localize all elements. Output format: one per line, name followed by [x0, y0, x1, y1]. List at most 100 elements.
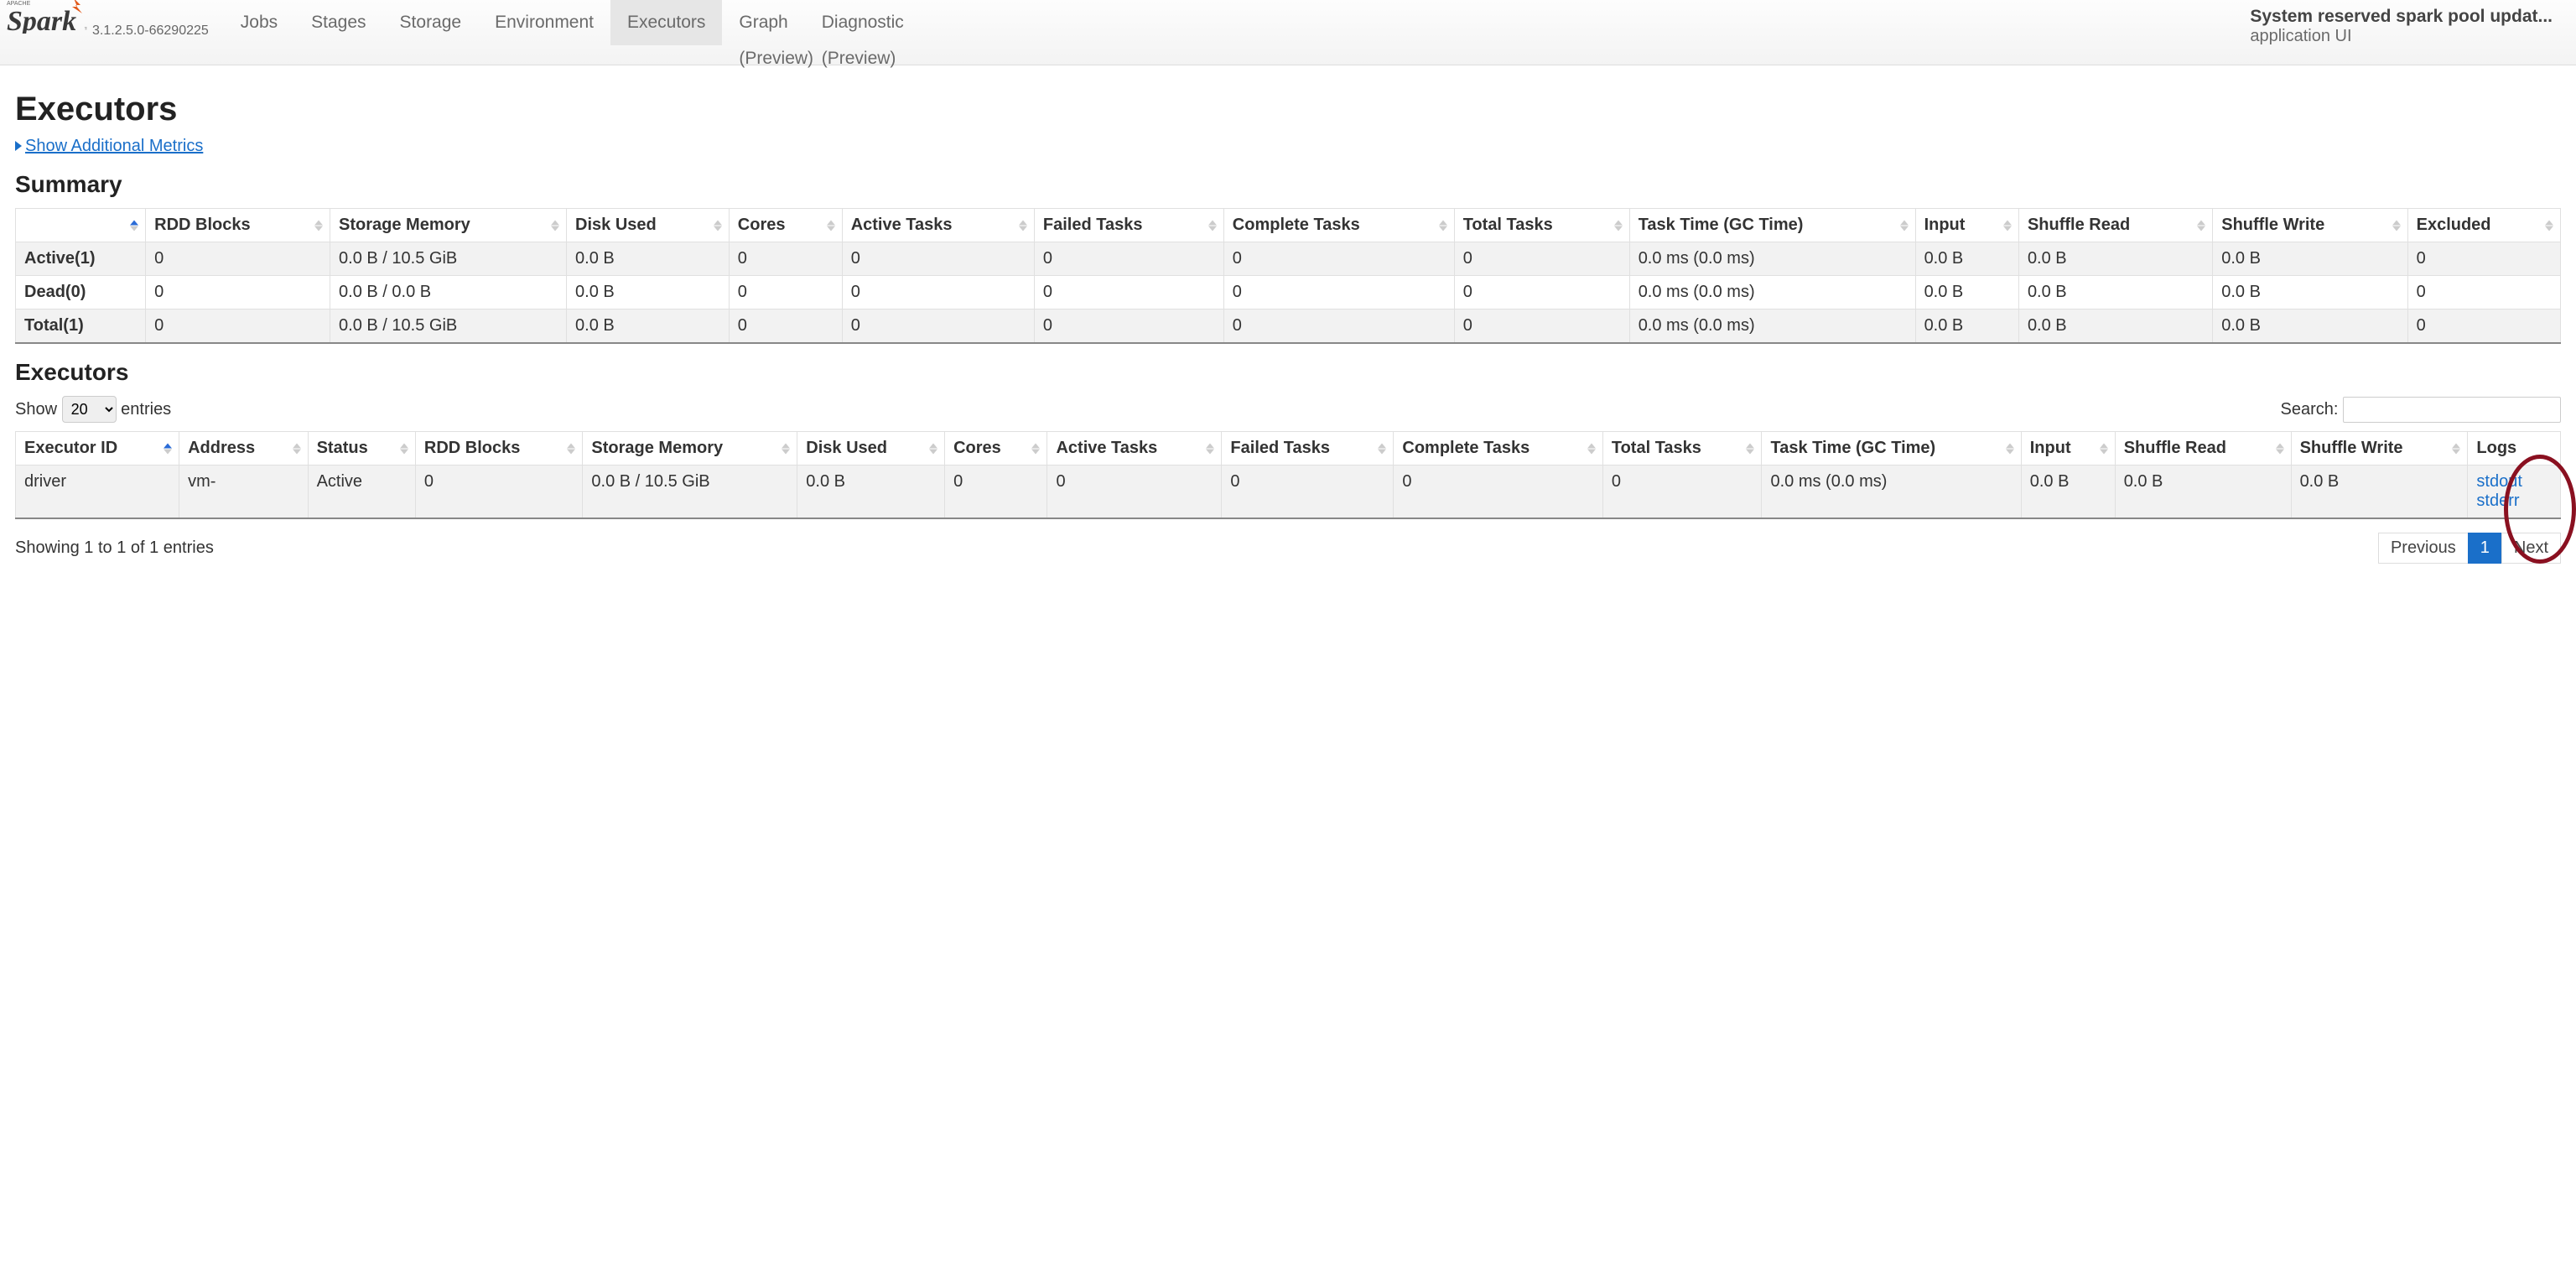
summary-col-header[interactable]: Storage Memory — [330, 209, 567, 242]
summary-cell: 0 — [842, 242, 1034, 276]
summary-cell: Total(1) — [16, 309, 146, 344]
exec-cell: 0 — [945, 466, 1047, 519]
nav-tab-environment[interactable]: Environment — [478, 0, 610, 45]
nav-tab-label: Storage — [400, 13, 462, 33]
sort-icon — [293, 443, 303, 454]
summary-col-header[interactable]: Shuffle Write — [2213, 209, 2407, 242]
pager-page[interactable]: 1 — [2468, 533, 2502, 564]
table-row: drivervm-Active00.0 B / 10.5 GiB0.0 B000… — [16, 466, 2561, 519]
svg-text:™: ™ — [84, 26, 87, 34]
summary-cell: 0 — [1454, 242, 1629, 276]
summary-cell: 0.0 ms (0.0 ms) — [1629, 242, 1915, 276]
sort-icon — [2276, 443, 2286, 454]
nav-tab-diagnostic[interactable]: Diagnostic(Preview) — [805, 0, 921, 45]
summary-cell: 0.0 B — [567, 242, 730, 276]
summary-col-header[interactable]: Failed Tasks — [1034, 209, 1223, 242]
summary-cell: 0.0 B — [1915, 309, 2018, 344]
exec-col-header[interactable]: Address — [179, 432, 309, 466]
sort-icon — [2197, 220, 2207, 231]
summary-col-header[interactable]: Excluded — [2407, 209, 2560, 242]
col-header-text: RDD Blocks — [154, 216, 250, 234]
exec-cell: 0.0 B — [2021, 466, 2115, 519]
brand: APACHE Spark ™ 3.1.2.5.0-66290225 — [0, 0, 224, 45]
executors-table: Executor IDAddressStatus RDD Blocks Storag… — [15, 431, 2561, 519]
summary-cell: 0 — [1223, 309, 1454, 344]
exec-col-header[interactable]: Active Tasks — [1047, 432, 1222, 466]
summary-row: Dead(0)00.0 B / 0.0 B0.0 B000000.0 ms (0… — [16, 276, 2561, 309]
summary-col-header[interactable]: RDD Blocks — [146, 209, 330, 242]
summary-cell: 0 — [2407, 309, 2560, 344]
col-header-text: Failed Tasks — [1230, 439, 1330, 457]
col-header-text: RDD Blocks — [424, 439, 520, 457]
sort-icon — [400, 443, 410, 454]
exec-cell: 0.0 B — [797, 466, 945, 519]
exec-cell: 0 — [415, 466, 583, 519]
col-header-text: Excluded — [2417, 216, 2491, 234]
search-control: Search: — [2281, 397, 2562, 423]
summary-col-header[interactable]: Task Time (GC Time) — [1629, 209, 1915, 242]
exec-col-header[interactable]: Input — [2021, 432, 2115, 466]
sort-icon — [1746, 443, 1756, 454]
summary-cell: 0.0 B / 0.0 B — [330, 276, 567, 309]
summary-cell: 0 — [2407, 276, 2560, 309]
exec-col-header[interactable]: Task Time (GC Time) — [1762, 432, 2021, 466]
col-header-text: Complete Tasks — [1402, 439, 1530, 457]
nav-tab-graph[interactable]: Graph(Preview) — [722, 0, 804, 45]
sort-icon — [130, 220, 140, 231]
pager-next[interactable]: Next — [2501, 533, 2561, 564]
exec-col-header[interactable]: Executor ID — [16, 432, 179, 466]
col-header-text: Total Tasks — [1612, 439, 1701, 457]
stdout-link[interactable]: stdout — [2476, 472, 2552, 492]
sort-icon — [164, 443, 174, 454]
pager-previous[interactable]: Previous — [2378, 533, 2469, 564]
col-header-text: Task Time (GC Time) — [1639, 216, 1804, 234]
col-header-text: Task Time (GC Time) — [1770, 439, 1935, 457]
summary-col-header[interactable]: Complete Tasks — [1223, 209, 1454, 242]
summary-col-header[interactable]: Disk Used — [567, 209, 730, 242]
exec-col-header[interactable]: Logs — [2468, 432, 2561, 466]
show-label: Show — [15, 400, 57, 419]
nav-app-title-block: System reserved spark pool updat... appl… — [2226, 0, 2576, 53]
summary-col-header[interactable]: Active Tasks — [842, 209, 1034, 242]
nav-tab-label: Environment — [495, 13, 594, 33]
summary-cell: 0 — [729, 242, 842, 276]
page-title: Executors — [15, 91, 2561, 128]
summary-cell: 0 — [842, 276, 1034, 309]
summary-col-header[interactable] — [16, 209, 146, 242]
summary-cell: 0.0 B — [2213, 276, 2407, 309]
page-size-select[interactable]: 102050100 — [62, 396, 117, 423]
sort-icon — [1439, 220, 1449, 231]
brand-version: 3.1.2.5.0-66290225 — [92, 23, 209, 39]
exec-col-header[interactable]: Shuffle Read — [2115, 432, 2291, 466]
exec-cell: Active — [308, 466, 415, 519]
stderr-link[interactable]: stderr — [2476, 492, 2552, 511]
search-label: Search: — [2281, 400, 2339, 419]
exec-col-header[interactable]: Shuffle Write — [2291, 432, 2468, 466]
summary-col-header[interactable]: Cores — [729, 209, 842, 242]
summary-cell: 0 — [1034, 242, 1223, 276]
exec-col-header[interactable]: Storage Memory — [583, 432, 797, 466]
summary-cell: 0.0 B — [567, 309, 730, 344]
col-header-text: Shuffle Read — [2028, 216, 2130, 234]
exec-col-header[interactable]: Status — [308, 432, 415, 466]
summary-col-header[interactable]: Shuffle Read — [2018, 209, 2212, 242]
exec-col-header[interactable]: Disk Used — [797, 432, 945, 466]
summary-col-header[interactable]: Input — [1915, 209, 2018, 242]
show-metrics-toggle[interactable]: Show Additional Metrics — [15, 137, 2561, 156]
nav-tab-storage[interactable]: Storage — [383, 0, 479, 45]
sort-icon — [2003, 220, 2013, 231]
exec-col-header[interactable]: Complete Tasks — [1394, 432, 1602, 466]
summary-heading: Summary — [15, 171, 2561, 198]
search-input[interactable] — [2343, 397, 2561, 423]
exec-col-header[interactable]: Failed Tasks — [1222, 432, 1394, 466]
summary-cell: 0 — [146, 309, 330, 344]
nav-tab-stages[interactable]: Stages — [294, 0, 382, 45]
nav-tab-jobs[interactable]: Jobs — [224, 0, 294, 45]
show-metrics-link-text: Show Additional Metrics — [25, 137, 203, 155]
nav-tab-executors[interactable]: Executors — [610, 0, 722, 45]
summary-col-header[interactable]: Total Tasks — [1454, 209, 1629, 242]
exec-col-header[interactable]: Cores — [945, 432, 1047, 466]
exec-col-header[interactable]: RDD Blocks — [415, 432, 583, 466]
exec-col-header[interactable]: Total Tasks — [1602, 432, 1762, 466]
show-entries-control: Show 102050100 entries — [15, 396, 171, 423]
